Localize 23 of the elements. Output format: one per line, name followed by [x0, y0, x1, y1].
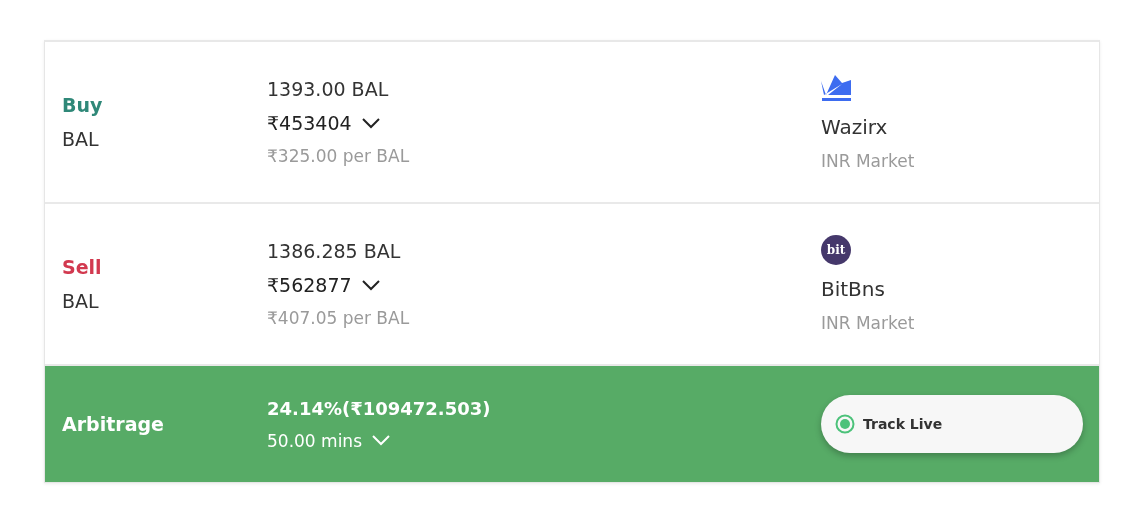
amount-text: 1393.00 BAL [267, 78, 390, 100]
total-price: ₹562877 [267, 274, 352, 296]
arbitrage-label: Arbitrage [62, 413, 165, 435]
rate-text: ₹325.00 per BAL [267, 146, 411, 166]
exchange-name: BitBns [821, 277, 886, 301]
crown-logo-icon [821, 73, 851, 103]
market-label: INR Market [821, 151, 916, 171]
radio-icon [835, 414, 855, 434]
market-label: INR Market [821, 313, 916, 333]
duration-text: 50.00 mins [267, 430, 362, 451]
side-label: Buy [62, 94, 104, 116]
total-price: ₹453404 [267, 112, 352, 134]
rate-text: ₹407.05 per BAL [267, 308, 411, 328]
chevron-down-icon[interactable] [361, 117, 380, 129]
profit-text: 24.14%(₹109472.503) [267, 397, 492, 419]
exchange-logo: bit [821, 235, 851, 265]
chevron-down-icon[interactable] [361, 279, 380, 291]
track-live-button[interactable]: Track Live [821, 395, 1083, 453]
side-label: Sell [62, 256, 103, 278]
asset-label: BAL [62, 128, 100, 150]
amount-text: 1386.285 BAL [267, 240, 402, 262]
asset-label: BAL [62, 290, 100, 312]
exchange-name: Wazirx [821, 115, 889, 139]
